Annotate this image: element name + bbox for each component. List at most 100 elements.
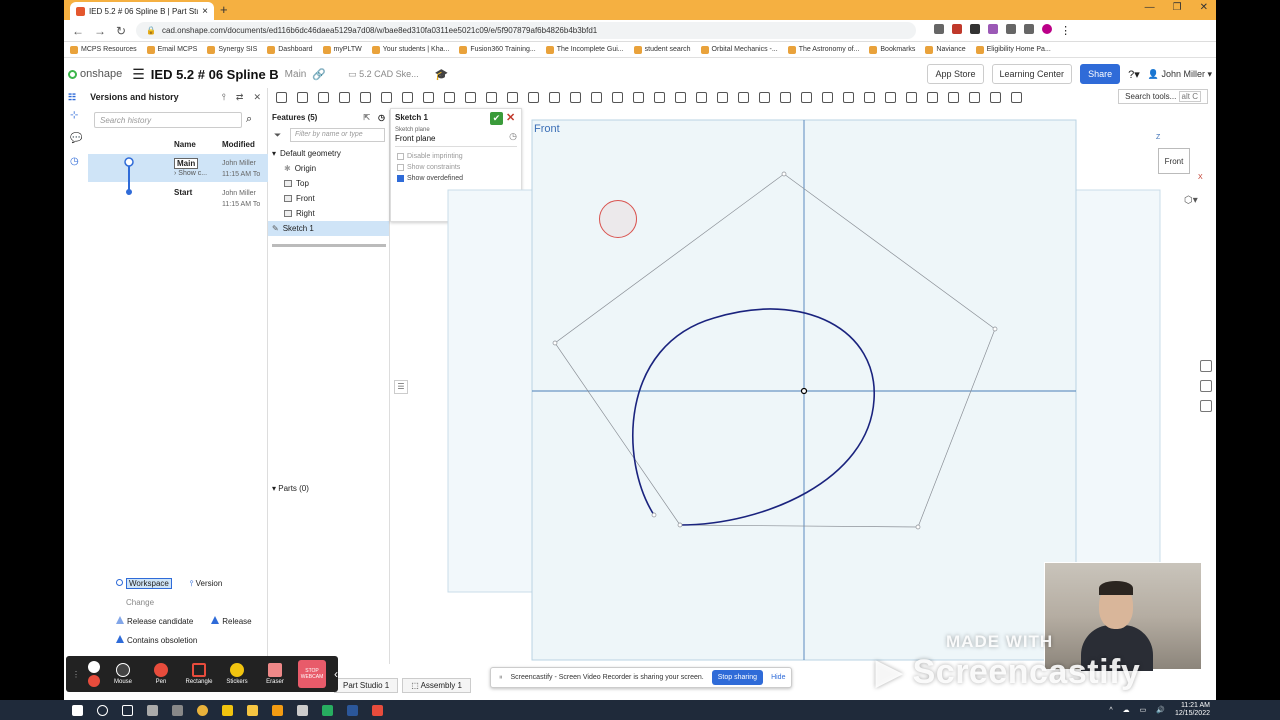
bookmark-item[interactable]: Dashboard [267,45,313,54]
tray-chevron-icon[interactable]: ^ [1109,707,1112,714]
extension-icon[interactable] [934,24,945,34]
trim-icon[interactable] [591,91,602,103]
history-search-input[interactable]: Search history [94,112,242,128]
app-icon[interactable] [172,704,183,716]
bookmark-item[interactable]: Your students | Kha... [371,45,449,54]
extend-icon[interactable] [612,91,623,103]
close-window-icon[interactable]: ✕ [1200,2,1208,13]
close-panel-icon[interactable]: ✕ [253,92,261,103]
app-icon[interactable] [297,704,308,716]
image-icon[interactable] [528,91,539,103]
sketch-plane-field[interactable]: Sketch plane Front plane [395,127,517,147]
forward-icon[interactable]: → [94,24,106,38]
folder-breadcrumb[interactable]: ▭ 5.2 CAD Ske... [348,69,419,80]
name-column-header[interactable]: Name [174,140,196,149]
feature-filter-input[interactable]: Filter by name or type [290,128,385,142]
profile-avatar[interactable] [1042,24,1053,34]
perpendicular-icon[interactable] [885,91,896,103]
url-input[interactable]: 🔒 cad.onshape.com/documents/ed116b6dc46d… [136,22,917,39]
view-options-icon[interactable]: ⬡▾ [1184,195,1198,206]
app-store-button[interactable]: App Store [927,64,984,84]
hide-sharing-bar-button[interactable]: Hide [771,674,785,681]
volume-icon[interactable]: 🔊 [1156,706,1165,714]
bookmark-item[interactable]: Synergy SIS [207,45,257,54]
help-icon[interactable]: ?▾ [1128,68,1140,81]
show-overdefined-checkbox[interactable]: Show overdefined [391,171,521,182]
disable-imprinting-checkbox[interactable]: Disable imprinting [391,149,521,160]
modified-column-header[interactable]: Modified [222,140,255,149]
pen-tool[interactable]: Pen [146,663,176,685]
transform-icon[interactable] [696,91,707,103]
share-button[interactable]: Share [1080,64,1121,84]
history-row-sub[interactable]: › Show c... [174,170,207,177]
circle-icon[interactable] [402,91,413,103]
variables-icon[interactable] [1200,400,1212,412]
word-icon[interactable] [347,704,358,716]
comments-icon[interactable]: 💬 [70,133,82,144]
bookmark-item[interactable]: Naviance [925,45,966,54]
tab-part-studio[interactable]: Part Studio 1 [334,678,399,693]
browser-tab[interactable]: IED 5.2 # 06 Spline B | Part Studi... × [70,2,214,20]
minimize-icon[interactable]: — [1145,2,1155,13]
bookmark-item[interactable]: student search [633,45,691,54]
reload-icon[interactable]: ↻ [116,24,126,38]
pause-recording-icon[interactable] [88,661,100,673]
stop-sharing-button[interactable]: Stop sharing [711,670,764,685]
view-cube-front-face[interactable]: Front [1158,148,1190,174]
slot-icon[interactable] [465,91,476,103]
equal-icon[interactable] [906,91,917,103]
stop-recording-icon[interactable] [88,675,100,687]
spline-icon[interactable] [339,91,350,103]
mouse-tool[interactable]: Mouse [108,663,138,685]
bookmark-item[interactable]: The Astronomy of... [787,45,859,54]
link-icon[interactable]: 🔗 [312,68,326,81]
app-icon[interactable] [222,704,233,716]
filter-icon[interactable]: ⏷ [274,130,281,141]
feature-right-plane[interactable]: Right [268,206,389,221]
arc-icon[interactable] [423,91,434,103]
midpoint-icon[interactable] [927,91,938,103]
file-explorer-icon[interactable] [247,704,258,716]
extension-icon[interactable] [970,24,981,34]
feature-list-scrollbar[interactable] [272,244,386,247]
appearance-panel-icon[interactable] [1200,360,1212,372]
extension-icon[interactable] [1006,24,1017,34]
sketch-icon[interactable] [318,91,329,103]
versions-panel-icon[interactable]: ☷ [68,92,76,103]
create-version-icon[interactable]: ⫯ [222,92,226,103]
pdf-icon[interactable] [372,704,383,716]
bookmark-item[interactable]: Fusion360 Training... [459,45,536,54]
new-tab-icon[interactable]: + [220,2,228,17]
collapse-panel-icon[interactable]: ☰ [394,380,408,394]
parallel-icon[interactable] [801,91,812,103]
bookmark-item[interactable]: The Incomplete Gui... [545,45,624,54]
text-icon[interactable] [507,91,518,103]
drag-handle-icon[interactable]: ⋮ [72,670,80,679]
compare-icon[interactable]: ⇄ [236,92,244,103]
normal-icon[interactable] [948,91,959,103]
hamburger-menu-icon[interactable]: ☰ [132,66,145,83]
close-tab-icon[interactable]: × [202,6,208,17]
configurations-icon[interactable] [1200,380,1212,392]
browser-menu-icon[interactable]: ⋮ [1060,24,1071,37]
bookmark-item[interactable]: Bookmarks [869,45,915,54]
app-icon[interactable] [322,704,333,716]
puzzle-icon[interactable] [1024,24,1035,34]
symmetric-icon[interactable] [1011,91,1022,103]
vertical-icon[interactable] [864,91,875,103]
history-row-main[interactable]: Main › Show c... John Miller 11:15 AM To [88,154,268,192]
concentric-icon[interactable] [780,91,791,103]
bookmark-item[interactable]: Eligibility Home Pa... [975,45,1051,54]
branch-label[interactable]: Main [285,69,307,80]
cloud-icon[interactable]: ☁ [1123,706,1130,714]
feature-sketch-1[interactable]: ✎ Sketch 1 [268,221,389,236]
windows-start-icon[interactable] [72,704,83,716]
horizontal-icon[interactable] [843,91,854,103]
app-icon[interactable] [272,704,283,716]
pattern-icon[interactable] [675,91,686,103]
chrome-icon[interactable] [197,704,208,716]
network-icon[interactable]: ▭ [1140,706,1147,714]
extension-icon[interactable] [988,24,999,34]
feature-origin[interactable]: ✱ Origin [268,161,389,176]
feature-top-plane[interactable]: Top [268,176,389,191]
